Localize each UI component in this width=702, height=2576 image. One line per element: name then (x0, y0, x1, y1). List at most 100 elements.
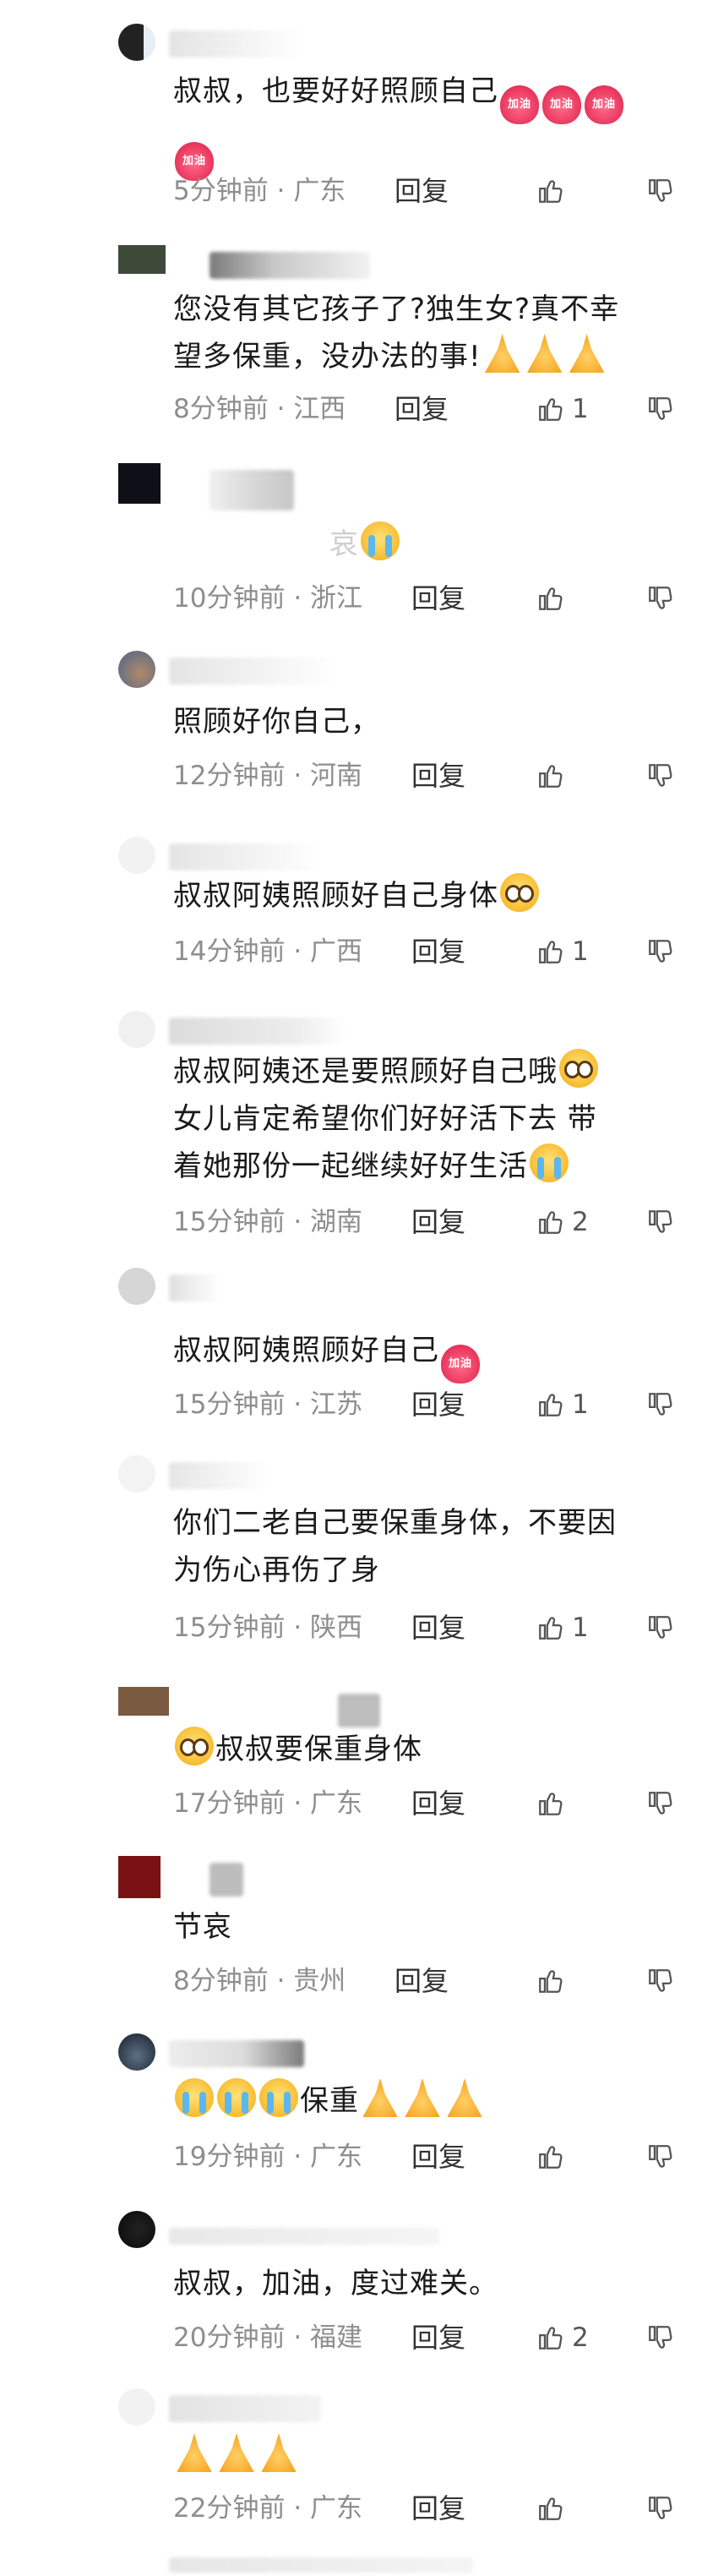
dislike-button[interactable] (646, 174, 675, 208)
comment-meta: 12分钟前 · 河南 回复 (173, 759, 680, 793)
comment-meta: 15分钟前 · 陕西 回复 1 (173, 1611, 680, 1645)
avatar[interactable] (118, 2033, 155, 2071)
reply-button[interactable]: 回复 (411, 1611, 465, 1645)
reply-button[interactable]: 回复 (411, 2321, 465, 2355)
username-blurred[interactable] (169, 843, 321, 870)
comment-text-line: 叔叔，加油，度过难关。 (173, 2267, 498, 2300)
like-button[interactable] (536, 174, 572, 208)
pray-emoji-icon (447, 2078, 482, 2117)
comment-meta: 22分钟前 · 广东 回复 (173, 2491, 680, 2525)
reply-button[interactable]: 回复 (395, 1964, 449, 1998)
like-button[interactable]: 2 (536, 1205, 589, 1239)
jiayou-emoji-icon: 加油 (441, 1345, 480, 1384)
comment-region: 湖南 (310, 1207, 363, 1237)
like-button[interactable] (536, 759, 572, 793)
avatar[interactable] (118, 2211, 155, 2248)
avatar[interactable] (118, 2388, 155, 2426)
thumb-up-icon (539, 1617, 563, 1640)
username-blurred[interactable] (169, 30, 304, 57)
comment-text-line: 叔叔阿姨照顾好自己身体 (173, 879, 498, 913)
like-button[interactable]: 1 (536, 1388, 589, 1422)
avatar[interactable] (118, 1268, 155, 1305)
reply-button[interactable]: 回复 (411, 2491, 465, 2525)
avatar[interactable] (118, 24, 155, 61)
reply-button[interactable]: 回复 (411, 2140, 465, 2174)
comment-text: 保重 (173, 2077, 680, 2125)
comment-text-line: 望多保重，没办法的事! (173, 340, 482, 374)
dislike-button[interactable] (646, 1964, 675, 1998)
username-blurred[interactable] (169, 2395, 321, 2422)
reply-button[interactable]: 回复 (411, 1787, 465, 1820)
dislike-button[interactable] (646, 2321, 675, 2355)
avatar[interactable] (118, 1687, 169, 1716)
like-button[interactable]: 1 (536, 1611, 589, 1645)
username-blurred[interactable] (210, 1863, 243, 1897)
thumb-up-icon (539, 765, 563, 788)
dislike-button[interactable] (646, 2491, 675, 2525)
like-button[interactable] (536, 1964, 572, 1998)
username-blurred[interactable] (210, 470, 294, 510)
dislike-button[interactable] (646, 759, 675, 793)
like-button[interactable] (536, 1787, 572, 1820)
meta-separator: · (293, 2142, 302, 2172)
meta-separator: · (293, 1613, 302, 1643)
thumb-up-icon (539, 1970, 563, 1993)
meta-separator: · (293, 1788, 302, 1819)
dislike-button[interactable] (646, 1388, 675, 1422)
reply-button[interactable]: 回复 (411, 935, 465, 969)
comment-region: 广东 (310, 2493, 363, 2524)
dislike-button[interactable] (646, 581, 675, 615)
reply-button[interactable]: 回复 (411, 759, 465, 793)
username-blurred[interactable] (169, 2228, 439, 2245)
reply-button[interactable]: 回复 (411, 1205, 465, 1239)
pray-emoji-icon (405, 2078, 440, 2117)
username-blurred[interactable] (169, 1018, 346, 1045)
like-button[interactable] (536, 2140, 572, 2174)
thumb-up-icon (539, 2146, 563, 2169)
jiayou-emoji-icon: 加油 (500, 85, 539, 124)
meta-separator: · (293, 936, 302, 967)
comment-text: 叔叔阿姨照顾好自己 加油 (173, 1327, 680, 1384)
comment-text-line: 叔叔阿姨照顾好自己 (173, 1334, 439, 1367)
username-blurred[interactable] (210, 252, 370, 279)
like-button[interactable] (536, 2491, 572, 2525)
username-blurred[interactable] (169, 1274, 220, 1302)
like-button[interactable]: 2 (536, 2321, 589, 2355)
like-button[interactable] (536, 581, 572, 615)
reply-button[interactable]: 回复 (411, 581, 465, 615)
reply-button[interactable]: 回复 (395, 174, 449, 208)
jiayou-emoji-icon: 加油 (542, 85, 581, 124)
reply-button[interactable]: 回复 (395, 392, 449, 426)
comment-text-line: 哀 (329, 527, 359, 561)
avatar[interactable] (118, 1455, 155, 1493)
thumb-down-icon (649, 397, 672, 420)
dislike-button[interactable] (646, 1611, 675, 1645)
comment-meta: 20分钟前 · 福建 回复 2 (173, 2321, 680, 2355)
dislike-button[interactable] (646, 935, 675, 969)
like-button[interactable]: 1 (536, 935, 589, 969)
like-button[interactable]: 1 (536, 392, 589, 426)
avatar[interactable] (118, 463, 161, 504)
avatar[interactable] (118, 651, 155, 688)
dislike-button[interactable] (646, 2140, 675, 2174)
avatar[interactable] (118, 1011, 155, 1048)
reply-button[interactable]: 回复 (411, 1388, 465, 1422)
comment-text: 叔叔阿姨照顾好自己身体 (173, 872, 680, 920)
username-blurred[interactable] (169, 1462, 270, 1489)
comment-text: 节哀 (173, 1903, 680, 1951)
username-blurred[interactable] (338, 1694, 380, 1727)
comment-text-line: 着她那份一起继续好好生活 (173, 1149, 528, 1183)
dislike-button[interactable] (646, 1787, 675, 1820)
avatar[interactable] (118, 245, 166, 274)
comment-text-line: 叔叔要保重身体 (215, 1733, 422, 1766)
avatar[interactable] (118, 1856, 161, 1898)
like-count: 1 (572, 1613, 589, 1643)
thumb-down-icon (649, 1393, 672, 1416)
dislike-button[interactable] (646, 1205, 675, 1239)
avatar[interactable] (118, 837, 155, 874)
thumb-up-icon (539, 941, 563, 963)
username-blurred[interactable] (169, 658, 338, 685)
username-blurred[interactable] (169, 2040, 304, 2067)
thumb-up-icon (539, 2327, 563, 2350)
dislike-button[interactable] (646, 392, 675, 426)
